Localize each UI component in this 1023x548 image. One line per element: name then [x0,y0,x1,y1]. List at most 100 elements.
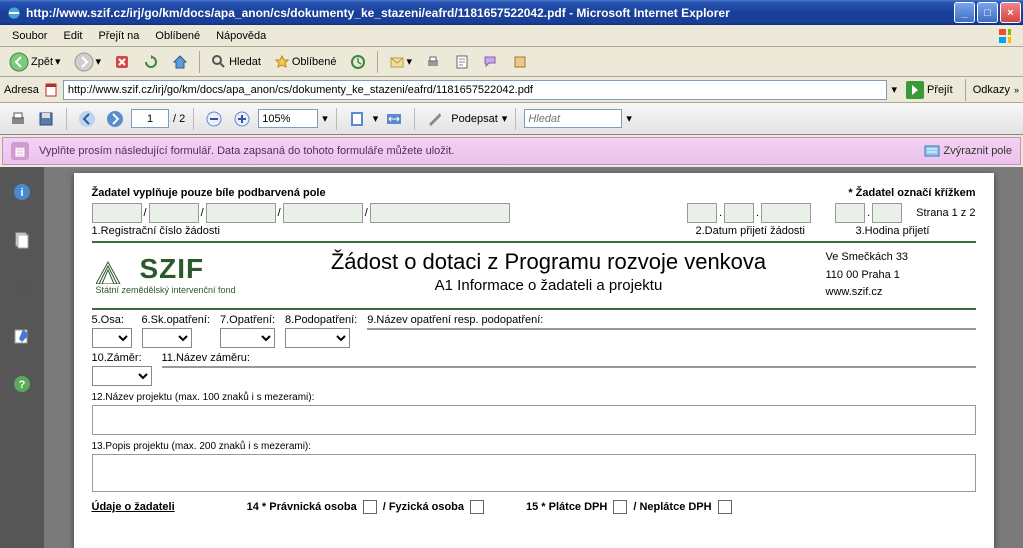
discuss-button[interactable] [478,51,504,73]
back-label: Zpět [31,56,53,68]
label-date: 2.Datum přijetí žádosti [696,225,856,237]
edit-button[interactable] [449,51,475,73]
address-dropdown-icon[interactable]: ▾ [891,83,897,96]
reg-field[interactable] [149,203,199,223]
address-input[interactable] [63,80,888,100]
reg-field[interactable] [92,203,142,223]
pdf-sign-icon[interactable] [423,107,447,131]
pages-icon[interactable] [11,229,33,251]
page-info: Strana 1 z 2 [916,207,975,219]
menu-edit[interactable]: Edit [55,28,90,44]
dropdown-icon: ▾ [55,55,61,68]
select-podopatreni[interactable] [285,328,350,348]
refresh-button[interactable] [138,51,164,73]
help-icon[interactable]: ? [11,373,33,395]
address-bar: Adresa ▾ Přejít Odkazy » [0,77,1023,103]
back-button[interactable]: Zpět ▾ [4,49,66,75]
time-field[interactable] [835,203,865,223]
checkbox-fyzicka[interactable] [470,500,484,514]
pdf-sidebar: i ? [0,167,44,548]
label-time: 3.Hodina přijetí [856,225,976,237]
select-osa[interactable] [92,328,132,348]
pdf-prev-page-button[interactable] [75,107,99,131]
favorites-button[interactable]: Oblíbené [269,51,342,73]
pdf-zoom-out-button[interactable] [202,107,226,131]
stop-button[interactable] [109,51,135,73]
label-opatreni: 7.Opatření: [220,314,275,326]
links-label[interactable]: Odkazy [973,84,1010,96]
dropdown-icon[interactable]: ▾ [322,112,328,125]
pdf-sign-label[interactable]: Podepsat [451,113,497,125]
notification-text: Vyplňte prosím následující formulář. Dat… [39,145,914,157]
input-popis-projektu[interactable] [92,454,976,492]
pdf-zoom-in-button[interactable] [230,107,254,131]
menu-file[interactable]: Soubor [4,28,55,44]
time-field[interactable] [872,203,902,223]
pdf-search-input[interactable] [524,109,622,128]
pdf-page: Žadatel vyplňuje pouze bíle podbarvená p… [74,173,994,548]
pdf-page-total: / 2 [173,113,185,125]
dropdown-icon[interactable]: ▾ [502,112,508,125]
checkbox-platce[interactable] [613,500,627,514]
reg-field[interactable] [283,203,363,223]
input-nazev-zameru[interactable] [162,366,976,368]
history-button[interactable] [345,51,371,73]
ie-icon [6,5,22,21]
addr-line: www.szif.cz [826,284,976,302]
pdf-next-page-button[interactable] [103,107,127,131]
search-button[interactable]: Hledat [206,51,266,73]
info-icon[interactable]: i [11,181,33,203]
svg-text:?: ? [19,379,26,391]
pdf-save-button[interactable] [34,107,58,131]
forward-button[interactable]: ▾ [69,49,107,75]
pdf-fit-width-button[interactable] [382,107,406,131]
binoculars-icon[interactable] [11,277,33,299]
window-title: http://www.szif.cz/irj/go/km/docs/apa_an… [26,6,954,20]
document-viewport[interactable]: Žadatel vyplňuje pouze bíle podbarvená p… [44,167,1023,548]
pdf-toolbar: / 2 ▾ ▾ Podepsat ▾ ▾ [0,103,1023,135]
ms-flag-icon [989,26,1019,46]
home-button[interactable] [167,51,193,73]
input-nazev-projektu[interactable] [92,405,976,435]
reg-field[interactable] [370,203,510,223]
maximize-button[interactable]: □ [977,2,998,23]
pdf-page-input[interactable] [131,109,169,128]
select-skopatreni[interactable] [142,328,192,348]
menu-go[interactable]: Přejít na [90,28,147,44]
research-button[interactable] [507,51,533,73]
date-field[interactable] [724,203,754,223]
highlight-fields-button[interactable]: Zvýraznit pole [924,143,1012,159]
pdf-print-button[interactable] [6,107,30,131]
dropdown-icon[interactable]: ▾ [626,112,632,125]
print-button[interactable] [420,51,446,73]
select-opatreni[interactable] [220,328,275,348]
select-zamer[interactable] [92,366,152,386]
close-button[interactable]: × [1000,2,1021,23]
edit-icon[interactable] [11,325,33,347]
browser-toolbar: Zpět ▾ ▾ Hledat Oblíbené ▾ [0,47,1023,77]
form-instruction-right: * Žadatel označí křížkem [848,187,975,199]
pdf-zoom-input[interactable] [258,109,318,128]
menu-favorites[interactable]: Oblíbené [147,28,208,44]
pdf-fit-page-button[interactable] [345,107,369,131]
checkbox-neplatce[interactable] [718,500,732,514]
chevron-icon[interactable]: » [1014,85,1019,95]
logo-text: SZIF [140,253,205,285]
reg-field[interactable] [206,203,276,223]
page-icon [43,82,59,98]
date-field[interactable] [761,203,811,223]
label-nazev-zameru: 11.Název záměru: [162,352,976,364]
input-nazev-opatreni[interactable] [367,328,975,330]
dropdown-icon[interactable]: ▾ [373,112,379,125]
logo-subtitle: Státní zemědělský intervenční fond [96,285,236,295]
minimize-button[interactable]: _ [954,2,975,23]
label-nazev-projektu: 12.Název projektu (max. 100 znaků i s me… [92,392,976,403]
checkbox-pravnicka[interactable] [363,500,377,514]
dropdown-icon[interactable]: ▾ [407,55,413,68]
date-field[interactable] [687,203,717,223]
label-osa: 5.Osa: [92,314,132,326]
go-button[interactable]: Přejít [901,79,958,101]
mail-button[interactable]: ▾ [384,51,418,73]
menu-help[interactable]: Nápověda [208,28,274,44]
label-popis-projektu: 13.Popis projektu (max. 200 znaků i s me… [92,441,976,452]
